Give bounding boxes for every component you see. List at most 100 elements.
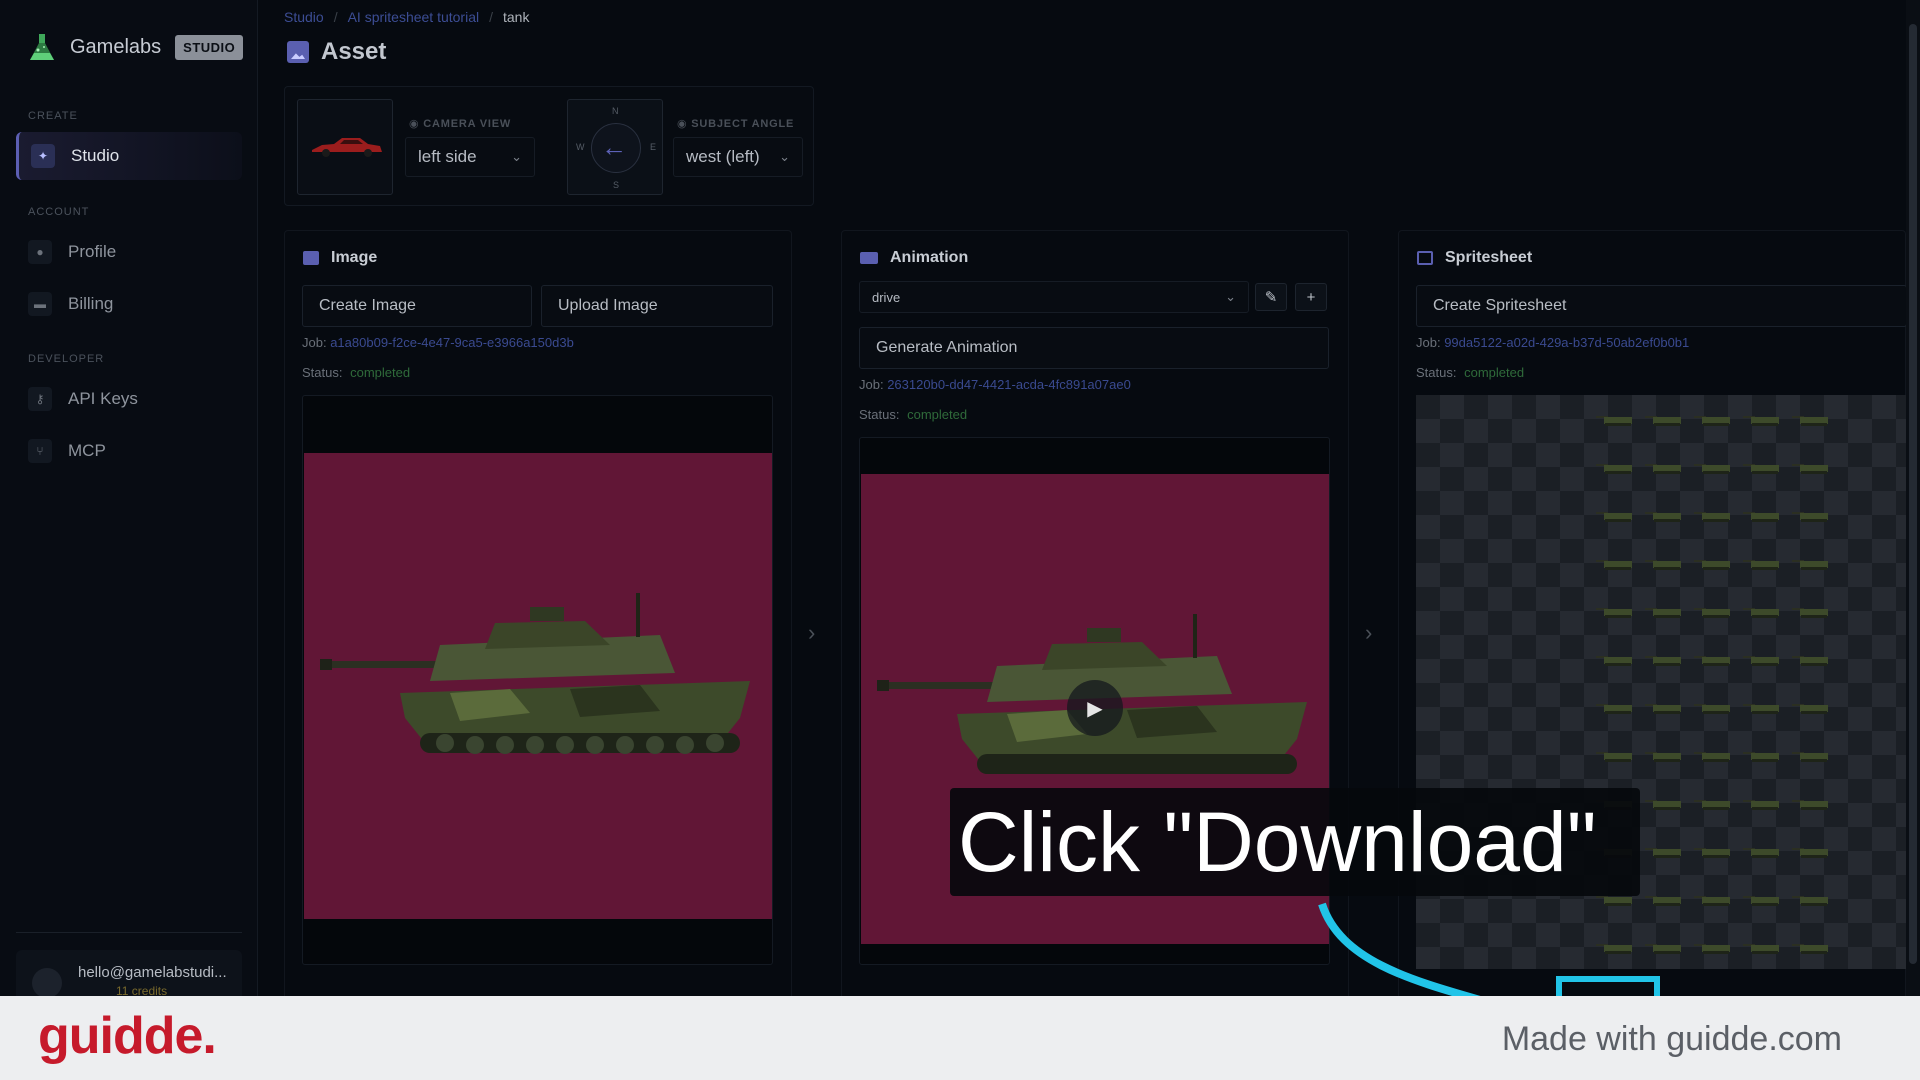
- sprite-frame: [1694, 512, 1730, 522]
- image-panel-header: Image: [303, 249, 377, 267]
- sprite-frame: [1645, 560, 1681, 570]
- edit-button[interactable]: ✎: [1255, 283, 1287, 311]
- grid-icon: [1417, 251, 1433, 265]
- breadcrumb-separator: /: [333, 9, 338, 25]
- callout-text: Click "Download": [958, 795, 1597, 889]
- sprite-frame: [1792, 752, 1828, 762]
- subject-angle-select[interactable]: west (left) ⌄: [673, 137, 803, 177]
- page-scrollbar[interactable]: [1906, 0, 1920, 996]
- camera-view-label: ◉ CAMERA VIEW: [409, 118, 512, 130]
- sprite-frame: [1792, 416, 1828, 426]
- sprite-frame: [1596, 560, 1632, 570]
- tank-image: [320, 593, 750, 754]
- panel-title: Image: [331, 249, 378, 266]
- sidebar-item-studio[interactable]: ✦ Studio: [16, 132, 242, 180]
- sprite-frame: [1596, 896, 1632, 906]
- sprite-frame: [1694, 656, 1730, 666]
- sprite-frame: [1596, 752, 1632, 762]
- create-spritesheet-button[interactable]: Create Spritesheet: [1416, 285, 1907, 327]
- chevron-down-icon: ⌄: [779, 149, 790, 164]
- download-highlight: [1556, 976, 1660, 996]
- sprite-frame: [1596, 704, 1632, 714]
- play-button[interactable]: ▶: [1067, 680, 1123, 736]
- sprite-frame: [1645, 512, 1681, 522]
- made-with-text[interactable]: Made with guidde.com: [1502, 1020, 1842, 1059]
- sprite-frame: [1694, 464, 1730, 474]
- scrollbar-thumb[interactable]: [1909, 24, 1917, 964]
- breadcrumb-project[interactable]: AI spritesheet tutorial: [348, 9, 480, 25]
- breadcrumb-separator: /: [489, 9, 493, 25]
- job-id-link[interactable]: 99da5122-a02d-429a-b37d-50ab2ef0b0b1: [1444, 335, 1689, 350]
- job-id-link[interactable]: 263120b0-dd47-4421-acda-4fc891a07ae0: [887, 377, 1131, 392]
- sprite-frame: [1792, 896, 1828, 906]
- page-title-text: Asset: [321, 38, 387, 65]
- chevron-right-icon: ›: [1365, 620, 1373, 645]
- brand[interactable]: Gamelabs STUDIO: [28, 32, 244, 62]
- breadcrumb-current: tank: [503, 9, 530, 25]
- callout-arrow: [1318, 902, 1481, 996]
- sprite-frame: [1743, 944, 1779, 954]
- sprite-frame: [1596, 944, 1632, 954]
- asset-thumbnail[interactable]: [297, 99, 393, 195]
- user-card[interactable]: hello@gamelabstudi... 11 credits: [16, 950, 242, 996]
- sprite-frame: [1645, 608, 1681, 618]
- add-button[interactable]: +: [1295, 283, 1327, 311]
- brand-name: Gamelabs: [70, 35, 162, 58]
- breadcrumb-studio[interactable]: Studio: [284, 9, 324, 25]
- job-label: Job:: [302, 335, 327, 350]
- angle-icon: ◉: [677, 118, 692, 130]
- generate-animation-button[interactable]: Generate Animation: [859, 327, 1329, 369]
- animation-status: Status: completed: [859, 407, 967, 422]
- sprite-frame: [1645, 464, 1681, 474]
- sprite-frame: [1645, 896, 1681, 906]
- section-create-label: CREATE: [28, 110, 78, 122]
- image-status: Status: completed: [302, 365, 410, 380]
- sprite-frame: [1645, 752, 1681, 762]
- sprite-frame: [1792, 464, 1828, 474]
- sprite-frame: [1792, 944, 1828, 954]
- sidebar-item-billing[interactable]: ▬ Billing: [16, 280, 242, 328]
- guidde-footer: guidde. Made with guidde.com: [0, 996, 1920, 1080]
- animation-select[interactable]: drive ⌄: [859, 281, 1249, 313]
- spritesheet-job: Job: 99da5122-a02d-429a-b37d-50ab2ef0b0b…: [1416, 335, 1689, 350]
- compass-widget[interactable]: N S W E ←: [567, 99, 663, 195]
- sprite-frame: [1743, 416, 1779, 426]
- upload-image-button[interactable]: Upload Image: [541, 285, 773, 327]
- status-label: Status:: [1416, 365, 1457, 380]
- branch-icon: ⑂: [28, 439, 52, 463]
- job-label: Job:: [1416, 335, 1441, 350]
- studio-app: Gamelabs STUDIO CREATE ✦ Studio ACCOUNT …: [0, 0, 1920, 996]
- sprite-frame: [1645, 848, 1681, 858]
- section-developer-label: DEVELOPER: [28, 353, 105, 365]
- sprite-frame: [1596, 464, 1632, 474]
- user-email: hello@gamelabstudi...: [78, 964, 227, 981]
- animation-panel-header: Animation: [860, 249, 968, 267]
- sprite-frame: [1792, 608, 1828, 618]
- sidebar-item-mcp[interactable]: ⑂ MCP: [16, 427, 242, 475]
- avatar: [32, 968, 62, 996]
- car-thumbnail-image: [312, 138, 382, 157]
- sidebar-divider: [16, 932, 242, 933]
- sprite-frame: [1694, 848, 1730, 858]
- sprite-frame: [1645, 944, 1681, 954]
- play-icon: ▶: [1087, 697, 1103, 720]
- image-icon: [303, 251, 319, 265]
- user-icon: ●: [28, 240, 52, 264]
- camera-icon: ◉: [409, 118, 424, 130]
- sprite-frame: [1792, 560, 1828, 570]
- sprite-frame: [1792, 656, 1828, 666]
- sidebar-item-api-keys[interactable]: ⚷ API Keys: [16, 375, 242, 423]
- create-image-button[interactable]: Create Image: [302, 285, 532, 327]
- arrow-left-icon: ←: [601, 132, 627, 162]
- sprite-frame: [1743, 704, 1779, 714]
- status-label: Status:: [859, 407, 900, 422]
- job-label: Job:: [859, 377, 884, 392]
- sprite-frame: [1694, 560, 1730, 570]
- camera-view-select[interactable]: left side ⌄: [405, 137, 535, 177]
- sprite-frame: [1743, 464, 1779, 474]
- job-id-link[interactable]: a1a80b09-f2ce-4e47-9ca5-e3966a150d3b: [330, 335, 574, 350]
- sidebar-item-profile[interactable]: ● Profile: [16, 228, 242, 276]
- sprite-frame: [1694, 896, 1730, 906]
- guidde-logo[interactable]: guidde.: [38, 1006, 217, 1066]
- subject-angle-value: west (left): [686, 147, 760, 166]
